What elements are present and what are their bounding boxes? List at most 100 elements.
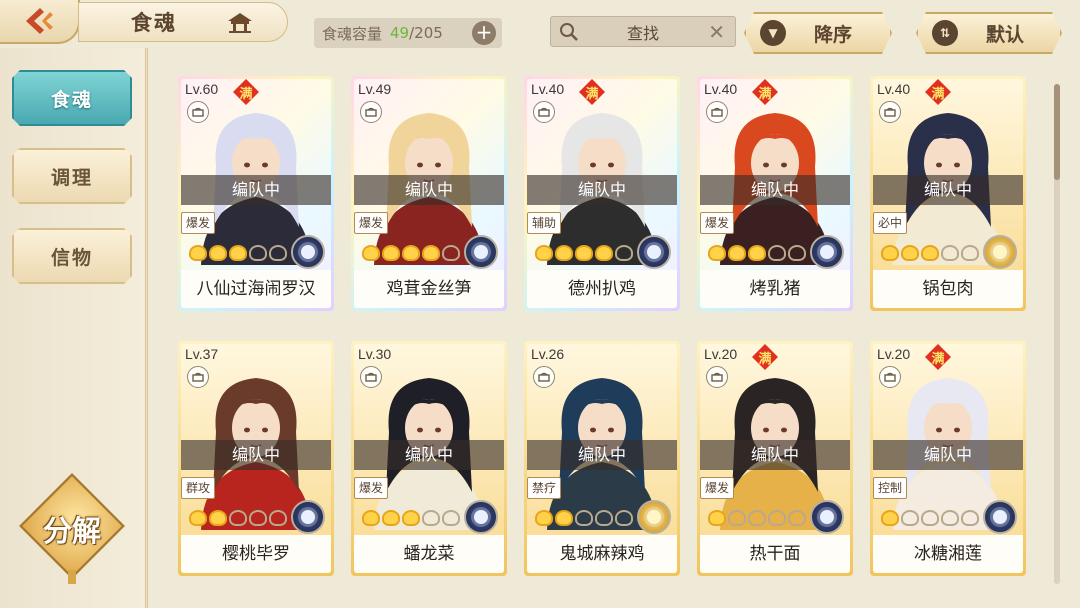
card-body: Lv.40 满编队中 必中 锅包肉	[873, 79, 1023, 308]
food-soul-card[interactable]: Lv.40 满编队中 爆发 烤乳猪	[697, 76, 853, 311]
star-icon	[575, 510, 593, 526]
role-type-badge: 爆发	[700, 477, 735, 499]
role-type-badge: 必中	[873, 212, 908, 234]
search-field[interactable]: 查找 ✕	[550, 16, 736, 47]
food-soul-name: 八仙过海闹罗汉	[181, 270, 331, 308]
food-soul-card[interactable]: Lv.60 满编队中 爆发 八仙过海闹罗汉	[178, 76, 334, 311]
lock-toggle-icon[interactable]	[360, 101, 382, 123]
card-level: Lv.49	[358, 81, 392, 97]
star-icon	[269, 510, 287, 526]
decompose-button[interactable]: 分解	[14, 473, 130, 584]
grid-scrollbar[interactable]	[1054, 84, 1060, 584]
star-icon	[402, 510, 420, 526]
star-rating	[881, 510, 979, 526]
lock-toggle-icon[interactable]	[187, 366, 209, 388]
food-soul-card[interactable]: Lv.40 满编队中 辅助 德州扒鸡	[524, 76, 680, 311]
role-type-badge: 控制	[873, 477, 908, 499]
food-soul-card[interactable]: Lv.40 满编队中 必中 锅包肉	[870, 76, 1026, 311]
card-level: Lv.40	[531, 81, 565, 97]
page-title: 食魂	[131, 11, 177, 35]
lock-toggle-icon[interactable]	[706, 366, 728, 388]
star-icon	[615, 510, 633, 526]
star-icon	[422, 510, 440, 526]
star-icon	[535, 245, 553, 261]
star-rating	[362, 245, 460, 261]
lock-toggle-icon[interactable]	[533, 366, 555, 388]
add-capacity-button[interactable]: +	[472, 21, 496, 45]
page-title-tab: 食魂	[78, 2, 288, 42]
clear-search-icon[interactable]: ✕	[708, 20, 725, 44]
star-icon	[961, 245, 979, 261]
in-team-banner: 编队中	[700, 175, 850, 205]
star-icon	[961, 510, 979, 526]
in-team-banner: 编队中	[181, 440, 331, 470]
card-body: Lv.40 满编队中 爆发 烤乳猪	[700, 79, 850, 308]
moon-element-icon	[291, 500, 325, 534]
star-rating	[362, 510, 460, 526]
role-type-badge: 爆发	[354, 212, 389, 234]
star-rating	[189, 510, 287, 526]
food-soul-card[interactable]: Lv.37 编队中 群攻 樱桃毕罗	[178, 341, 334, 576]
back-button[interactable]	[0, 0, 80, 44]
star-icon	[189, 510, 207, 526]
food-soul-card[interactable]: Lv.20 满编队中 爆发 热干面	[697, 341, 853, 576]
lock-toggle-icon[interactable]	[879, 366, 901, 388]
food-soul-name: 鸡茸金丝笋	[354, 270, 504, 308]
moon-element-icon	[464, 500, 498, 534]
star-rating	[708, 245, 806, 261]
star-icon	[881, 510, 899, 526]
scrollbar-thumb[interactable]	[1054, 84, 1060, 180]
star-icon	[575, 245, 593, 261]
food-soul-card[interactable]: Lv.20 满编队中 控制 冰糖湘莲	[870, 341, 1026, 576]
search-label: 查找	[626, 23, 659, 43]
food-soul-name: 锅包肉	[873, 270, 1023, 308]
capacity-current: 49	[390, 24, 410, 42]
lock-toggle-icon[interactable]	[360, 366, 382, 388]
food-soul-card[interactable]: Lv.26 编队中 禁疗 鬼城麻辣鸡	[524, 341, 680, 576]
lock-toggle-icon[interactable]	[533, 101, 555, 123]
star-icon	[382, 510, 400, 526]
lock-toggle-icon[interactable]	[706, 101, 728, 123]
moon-element-icon	[983, 500, 1017, 534]
default-filter-button[interactable]: ⇅ 默认	[916, 12, 1062, 54]
sort-down-icon: ▼	[760, 20, 786, 46]
lock-toggle-icon[interactable]	[187, 101, 209, 123]
in-team-banner: 编队中	[354, 175, 504, 205]
star-icon	[921, 510, 939, 526]
star-icon	[382, 245, 400, 261]
sidebar-item-label: 信物	[50, 246, 93, 269]
sidebar-item-label: 食魂	[50, 88, 93, 111]
sidebar-item-label: 调理	[50, 166, 93, 189]
star-icon	[708, 510, 726, 526]
card-body: Lv.49 编队中爆发鸡茸金丝笋	[354, 79, 504, 308]
back-arrow-icon	[26, 8, 53, 34]
lock-toggle-icon[interactable]	[879, 101, 901, 123]
star-icon	[595, 510, 613, 526]
food-soul-card[interactable]: Lv.30 编队中 爆发 蟠龙菜	[351, 341, 507, 576]
star-icon	[728, 510, 746, 526]
star-icon	[748, 510, 766, 526]
sort-order-button[interactable]: ▼ 降序	[744, 12, 892, 54]
star-icon	[901, 245, 919, 261]
search-icon	[560, 23, 578, 41]
star-icon	[229, 245, 247, 261]
card-level: Lv.20	[704, 346, 738, 362]
star-icon	[249, 245, 267, 261]
star-icon	[921, 245, 939, 261]
moon-element-icon	[291, 235, 325, 269]
in-team-banner: 编队中	[527, 440, 677, 470]
in-team-banner: 编队中	[181, 175, 331, 205]
sidebar-item-conditioning[interactable]: 调理	[12, 148, 132, 204]
star-icon	[748, 245, 766, 261]
food-soul-name: 樱桃毕罗	[181, 535, 331, 573]
card-level: Lv.40	[704, 81, 738, 97]
sidebar-item-tokens[interactable]: 信物	[12, 228, 132, 284]
card-level: Lv.30	[358, 346, 392, 362]
star-icon	[941, 245, 959, 261]
sidebar-item-food-souls[interactable]: 食魂	[12, 70, 132, 126]
food-soul-card[interactable]: Lv.49 编队中爆发鸡茸金丝笋	[351, 76, 507, 311]
food-soul-name: 烤乳猪	[700, 270, 850, 308]
food-soul-name: 蟠龙菜	[354, 535, 504, 573]
moon-element-icon	[637, 235, 671, 269]
moon-element-icon	[810, 235, 844, 269]
